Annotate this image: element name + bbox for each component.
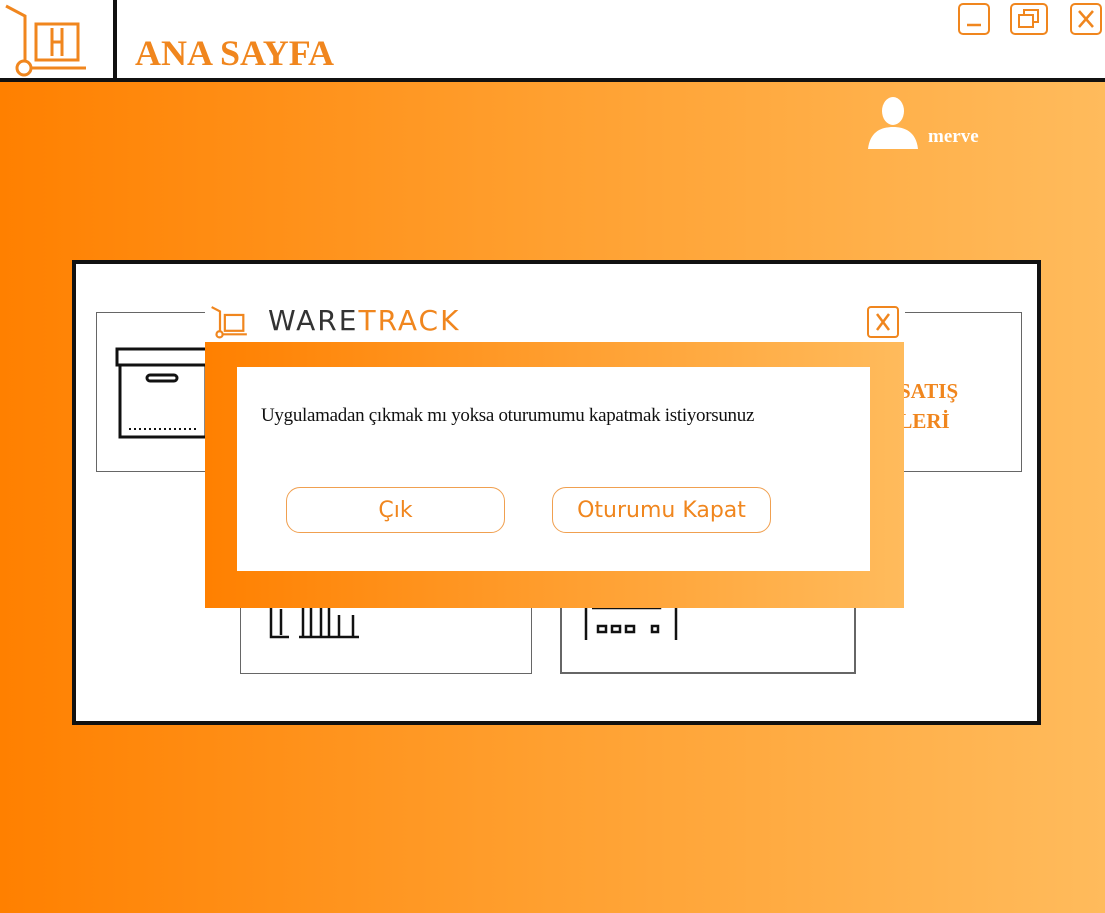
restore-icon xyxy=(1018,9,1039,28)
dialog-body: Uygulamadan çıkmak mı yoksa oturumumu ka… xyxy=(237,367,870,571)
hand-truck-icon xyxy=(211,306,247,339)
exit-button[interactable]: Çık xyxy=(286,487,505,533)
box-icon xyxy=(115,347,211,439)
dialog-close-button[interactable] xyxy=(867,306,899,338)
brand-logo: WARETRACK xyxy=(268,304,461,337)
dialog-message: Uygulamadan çıkmak mı yoksa oturumumu ka… xyxy=(261,405,755,426)
restore-button[interactable] xyxy=(1010,3,1048,35)
app-logo xyxy=(0,0,117,80)
minimize-button[interactable] xyxy=(958,3,990,35)
exit-dialog: Uygulamadan çıkmak mı yoksa oturumumu ka… xyxy=(205,342,904,608)
logout-button[interactable]: Oturumu Kapat xyxy=(552,487,771,533)
hand-truck-icon xyxy=(5,4,86,77)
close-button[interactable] xyxy=(1070,3,1102,35)
page-title: ANA SAYFA xyxy=(135,33,335,73)
user-icon xyxy=(868,97,918,149)
close-icon xyxy=(876,313,890,331)
shelf-icon xyxy=(269,605,359,639)
card-label: SATIŞ xyxy=(899,379,959,403)
user-name: merve xyxy=(928,126,979,147)
user-badge[interactable]: merve xyxy=(866,95,979,149)
minimize-icon xyxy=(967,23,981,27)
close-icon xyxy=(1078,10,1094,28)
title-bar: ANA SAYFA xyxy=(0,0,1105,82)
